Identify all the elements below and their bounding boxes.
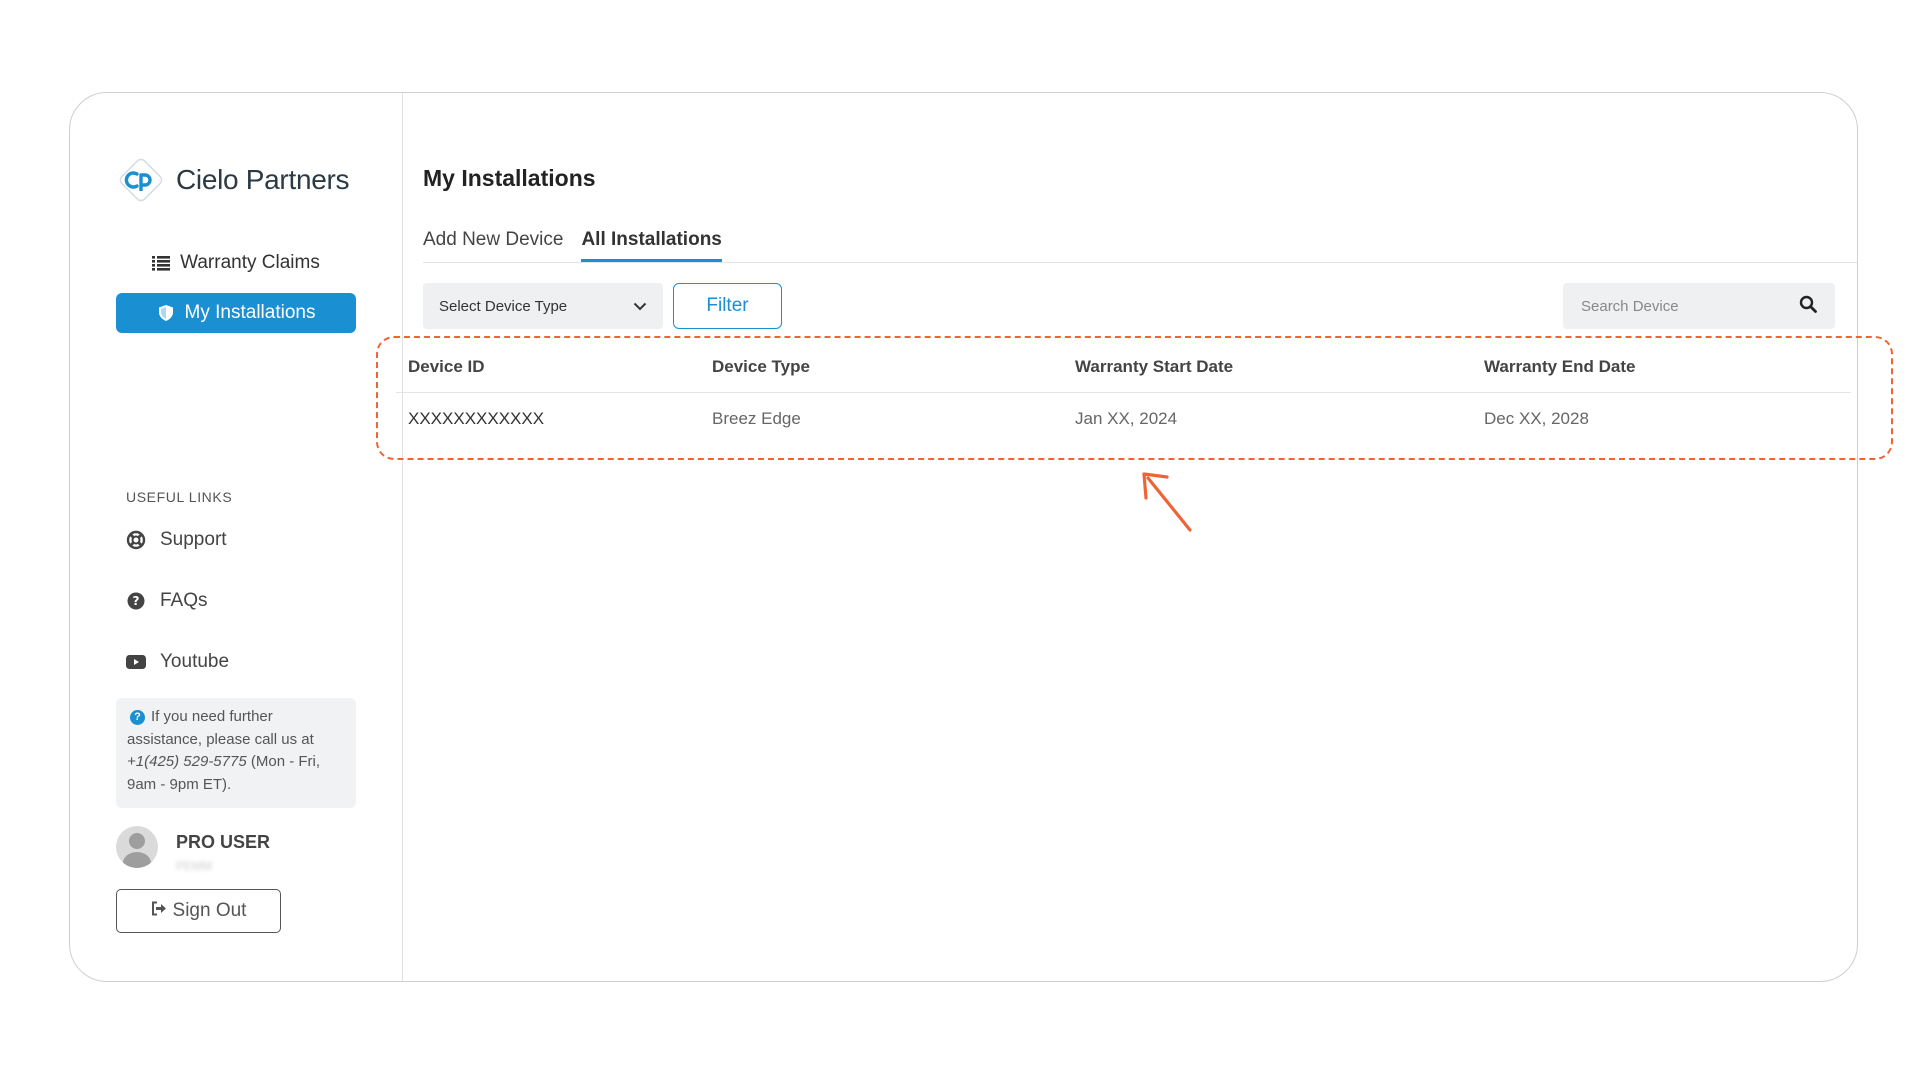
search-input[interactable] xyxy=(1581,297,1799,315)
search-box xyxy=(1563,283,1835,329)
sidebar: Cielo Partners Warranty Claims My Instal… xyxy=(70,93,403,981)
help-text: If you need further assistance, please c… xyxy=(127,708,314,748)
sign-out-icon xyxy=(151,900,167,922)
filter-button[interactable]: Filter xyxy=(673,283,782,329)
user-role: PEMM xyxy=(176,859,212,873)
brand-name: Cielo Partners xyxy=(176,164,350,195)
help-box: ? If you need further assistance, please … xyxy=(116,698,356,808)
link-youtube[interactable]: Youtube xyxy=(126,651,229,673)
lifebuoy-icon xyxy=(126,530,146,550)
sidebar-item-label: Warranty Claims xyxy=(180,252,320,273)
tab-add-new-device[interactable]: Add New Device xyxy=(423,229,563,262)
device-type-select[interactable]: Select Device Type xyxy=(423,283,663,329)
svg-text:?: ? xyxy=(133,594,140,608)
brand-logo[interactable]: Cielo Partners xyxy=(116,155,350,205)
sidebar-item-warranty-claims[interactable]: Warranty Claims xyxy=(116,243,356,283)
link-label: FAQs xyxy=(160,590,208,611)
question-circle-icon: ? xyxy=(126,591,146,611)
annotation-arrow-icon xyxy=(1142,472,1192,532)
tab-all-installations[interactable]: All Installations xyxy=(581,229,722,262)
list-icon xyxy=(152,254,171,272)
chevron-down-icon xyxy=(633,298,647,315)
search-icon[interactable] xyxy=(1799,295,1817,317)
sidebar-item-label: My Installations xyxy=(184,302,316,323)
sidebar-item-my-installations[interactable]: My Installations xyxy=(116,293,356,333)
page-title: My Installations xyxy=(423,165,596,191)
avatar xyxy=(116,826,158,868)
device-type-select-value: Select Device Type xyxy=(439,297,568,315)
youtube-icon xyxy=(126,652,146,672)
shield-icon xyxy=(157,304,175,322)
cielo-logo-icon xyxy=(116,155,166,205)
table-header: Device ID Device Type Warranty Start Dat… xyxy=(396,341,1851,393)
cell-warranty-start: Jan XX, 2024 xyxy=(1075,409,1178,428)
cell-device-type: Breez Edge xyxy=(712,409,801,428)
app-window: Cielo Partners Warranty Claims My Instal… xyxy=(69,92,1858,982)
column-header-device-type: Device Type xyxy=(712,356,810,376)
useful-links-heading: USEFUL LINKS xyxy=(126,489,233,505)
cell-warranty-end: Dec XX, 2028 xyxy=(1484,409,1589,428)
link-support[interactable]: Support xyxy=(126,529,227,551)
main-content: My Installations Add New Device All Inst… xyxy=(396,93,1857,981)
user-name: PRO USER xyxy=(176,832,271,852)
help-phone[interactable]: +1(425) 529-5775 xyxy=(127,753,247,770)
question-icon: ? xyxy=(130,709,145,725)
user-info: PRO USER PEMM xyxy=(116,826,270,873)
column-header-warranty-end: Warranty End Date xyxy=(1484,356,1636,376)
column-header-warranty-start: Warranty Start Date xyxy=(1075,356,1234,376)
link-faqs[interactable]: ? FAQs xyxy=(126,590,208,612)
sign-out-button[interactable]: Sign Out xyxy=(116,889,281,933)
tab-bar: Add New Device All Installations xyxy=(423,229,1857,263)
link-label: Youtube xyxy=(160,651,230,672)
cell-device-id: XXXXXXXXXXXX xyxy=(408,409,545,428)
table-row[interactable]: XXXXXXXXXXXX Breez Edge Jan XX, 2024 Dec… xyxy=(396,393,1851,445)
installations-table: Device ID Device Type Warranty Start Dat… xyxy=(396,341,1851,445)
sign-out-label: Sign Out xyxy=(172,900,247,921)
link-label: Support xyxy=(160,529,227,550)
column-header-device-id: Device ID xyxy=(408,356,485,376)
